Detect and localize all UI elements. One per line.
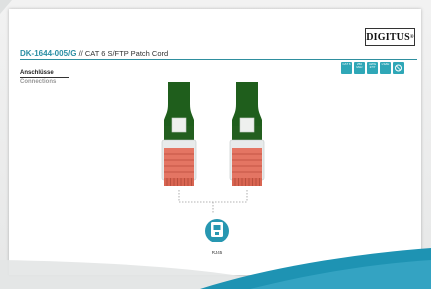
- brand-mark: ®: [409, 34, 414, 40]
- rj45-label: RJ45: [211, 250, 223, 255]
- section-title-en: Connections: [20, 79, 57, 85]
- header-divider: [20, 59, 417, 60]
- section-title-de: Anschlüsse: [20, 70, 54, 76]
- connection-lines: [178, 190, 248, 213]
- right-plug-icon: [229, 82, 265, 186]
- title-separator: //: [76, 49, 85, 58]
- cat6-badge-icon: CAT 6: [341, 62, 352, 74]
- feature-badges: CAT 6 250 MHz AWG 27/7 LSZH: [341, 62, 404, 74]
- brand-name: DIGITUS: [366, 31, 410, 43]
- 250mhz-badge-icon: 250 MHz: [354, 62, 365, 74]
- product-description: CAT 6 S/FTP Patch Cord: [84, 49, 169, 58]
- digitus-logo: DIGITUS ®: [365, 28, 415, 46]
- halogen-free-badge-icon: [393, 62, 404, 74]
- lszh-badge-icon: LSZH: [380, 62, 391, 74]
- awg-badge-icon: AWG 27/7: [367, 62, 378, 74]
- product-code: DK-1644-005/G: [20, 49, 77, 58]
- patch-cord-illustration: [161, 82, 265, 242]
- section-underline: [20, 77, 69, 78]
- rj45-icon: [205, 219, 229, 242]
- product-title: DK-1644-005/G // CAT 6 S/FTP Patch Cord: [20, 49, 168, 59]
- left-plug-icon: [161, 82, 197, 186]
